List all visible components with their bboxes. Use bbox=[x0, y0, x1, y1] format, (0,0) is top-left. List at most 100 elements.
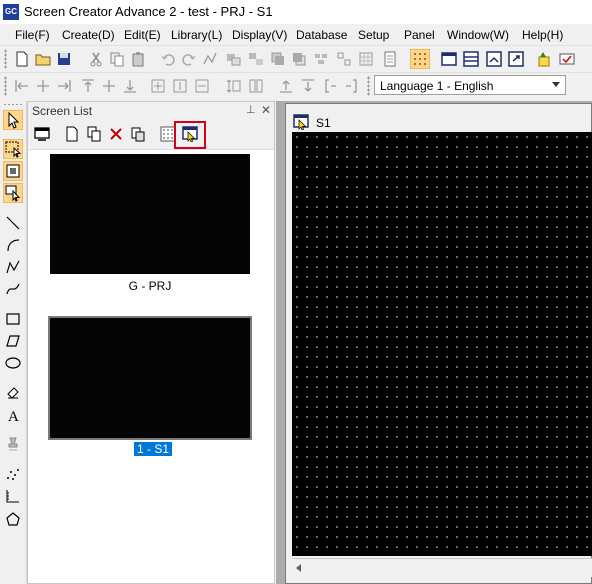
text-tool-icon[interactable]: A bbox=[5, 407, 21, 423]
app-icon: GC bbox=[3, 4, 19, 20]
move-up-icon[interactable] bbox=[278, 78, 294, 94]
part-select-icon[interactable] bbox=[3, 183, 23, 203]
screen-label-1-s1[interactable]: 1 - S1 bbox=[134, 442, 173, 456]
line-tool-icon[interactable] bbox=[5, 215, 21, 231]
chevron-down-icon[interactable] bbox=[552, 82, 560, 87]
align-top-icon[interactable] bbox=[80, 78, 96, 94]
group-icon[interactable] bbox=[226, 51, 242, 67]
polyline-icon[interactable] bbox=[202, 51, 218, 67]
move-down-icon[interactable] bbox=[300, 78, 316, 94]
grid-settings-icon[interactable] bbox=[358, 51, 374, 67]
tile-icon[interactable] bbox=[463, 51, 479, 67]
menu-library[interactable]: Library(L) bbox=[171, 28, 222, 42]
menu-create[interactable]: Create(D) bbox=[62, 28, 115, 42]
export-icon[interactable] bbox=[508, 51, 524, 67]
send-back-icon[interactable] bbox=[291, 51, 307, 67]
screen-window-icon bbox=[293, 114, 309, 130]
screen-editor-window: S1 bbox=[285, 103, 592, 584]
window-icon[interactable] bbox=[441, 51, 457, 67]
open-folder-icon[interactable] bbox=[35, 51, 51, 67]
same-size-icon[interactable] bbox=[248, 78, 264, 94]
menu-display[interactable]: Display(V) bbox=[232, 28, 287, 42]
bring-front-icon[interactable] bbox=[270, 51, 286, 67]
close-icon[interactable]: ✕ bbox=[261, 103, 271, 117]
same-height-icon[interactable] bbox=[226, 78, 242, 94]
language-value: Language 1 - English bbox=[380, 79, 494, 93]
menu-bar: File(F) Create(D) Edit(E) Library(L) Dis… bbox=[0, 24, 592, 45]
cut-icon[interactable] bbox=[88, 51, 104, 67]
menu-help[interactable]: Help(H) bbox=[522, 28, 563, 42]
align-left-icon[interactable] bbox=[14, 78, 30, 94]
panel-header: Screen List ⊥ ✕ bbox=[28, 102, 274, 119]
toolbar-grip[interactable] bbox=[3, 103, 23, 106]
stamp-tool-icon[interactable] bbox=[5, 436, 21, 452]
screen-label-g-prj[interactable]: G - PRJ bbox=[50, 279, 250, 293]
center-vertical-icon[interactable] bbox=[172, 78, 188, 94]
screen-thumbnail-1-s1[interactable] bbox=[48, 316, 252, 440]
align-middle-v-icon[interactable] bbox=[101, 78, 117, 94]
distribute-icon[interactable] bbox=[336, 51, 352, 67]
scale-tool-icon[interactable] bbox=[5, 488, 21, 504]
bracket-left-icon[interactable] bbox=[322, 78, 338, 94]
menu-file[interactable]: File(F) bbox=[15, 28, 50, 42]
transfer-icon[interactable] bbox=[537, 51, 553, 67]
polyline-tool-icon[interactable] bbox=[5, 259, 21, 275]
ellipse-tool-icon[interactable] bbox=[5, 355, 21, 371]
save-icon[interactable] bbox=[56, 51, 72, 67]
copy-screen-icon[interactable] bbox=[86, 126, 102, 142]
toolbar-grip[interactable] bbox=[367, 76, 370, 96]
rectangle-tool-icon[interactable] bbox=[5, 311, 21, 327]
document-icon[interactable] bbox=[382, 51, 398, 67]
center-horizontal-icon[interactable] bbox=[194, 78, 210, 94]
select-pointer-icon[interactable] bbox=[3, 110, 23, 130]
copy-icon[interactable] bbox=[109, 51, 125, 67]
bracket-right-icon[interactable] bbox=[344, 78, 360, 94]
toolbar-grip[interactable] bbox=[4, 49, 7, 69]
align-center-h-icon[interactable] bbox=[35, 78, 51, 94]
drawing-toolbar: A bbox=[0, 101, 27, 584]
screen-list-panel: Screen List ⊥ ✕ G - PRJ 1 - S1 bbox=[27, 101, 275, 584]
redo-icon[interactable] bbox=[181, 51, 197, 67]
open-screen-icon[interactable] bbox=[182, 126, 198, 142]
arc-tool-icon[interactable] bbox=[5, 237, 21, 253]
ungroup-icon[interactable] bbox=[248, 51, 264, 67]
align-right-icon[interactable] bbox=[56, 78, 72, 94]
delete-screen-icon[interactable] bbox=[108, 126, 124, 142]
menu-panel[interactable]: Panel bbox=[404, 28, 435, 42]
simulation-icon[interactable] bbox=[559, 51, 575, 67]
standard-toolbar bbox=[0, 45, 592, 72]
scatter-tool-icon[interactable] bbox=[5, 466, 21, 482]
panel-title: Screen List bbox=[32, 104, 93, 118]
menu-setup[interactable]: Setup bbox=[358, 28, 389, 42]
screen-properties-icon[interactable] bbox=[34, 126, 50, 142]
grid-toggle-icon[interactable] bbox=[410, 49, 430, 69]
center-both-icon[interactable] bbox=[150, 78, 166, 94]
fill-tool-icon[interactable] bbox=[5, 385, 21, 401]
screen-thumbnail-g-prj[interactable] bbox=[50, 154, 250, 274]
align-bottom-icon[interactable] bbox=[122, 78, 138, 94]
parallelogram-tool-icon[interactable] bbox=[5, 333, 21, 349]
menu-edit[interactable]: Edit(E) bbox=[124, 28, 161, 42]
align-icon[interactable] bbox=[313, 51, 329, 67]
area-select-icon[interactable] bbox=[3, 139, 23, 159]
polygon-tool-icon[interactable] bbox=[5, 511, 21, 527]
scroll-left-icon[interactable] bbox=[296, 564, 301, 572]
panel-toolbar bbox=[28, 119, 274, 150]
paste-screen-icon[interactable] bbox=[130, 126, 146, 142]
toolbar-grip[interactable] bbox=[4, 76, 7, 96]
menu-database[interactable]: Database bbox=[296, 28, 347, 42]
horizontal-scrollbar[interactable] bbox=[292, 558, 592, 577]
object-select-icon[interactable] bbox=[3, 161, 23, 181]
new-file-icon[interactable] bbox=[14, 51, 30, 67]
title-bar: GC Screen Creator Advance 2 - test - PRJ… bbox=[0, 0, 592, 24]
pin-icon[interactable]: ⊥ bbox=[246, 103, 256, 116]
curve-tool-icon[interactable] bbox=[5, 281, 21, 297]
new-screen-icon[interactable] bbox=[64, 126, 80, 142]
cascade-icon[interactable] bbox=[486, 51, 502, 67]
undo-icon[interactable] bbox=[160, 51, 176, 67]
language-select[interactable]: Language 1 - English bbox=[374, 75, 566, 95]
screen-window-title: S1 bbox=[316, 116, 331, 130]
drawing-canvas[interactable] bbox=[292, 132, 592, 556]
menu-window[interactable]: Window(W) bbox=[447, 28, 509, 42]
paste-icon[interactable] bbox=[130, 51, 146, 67]
